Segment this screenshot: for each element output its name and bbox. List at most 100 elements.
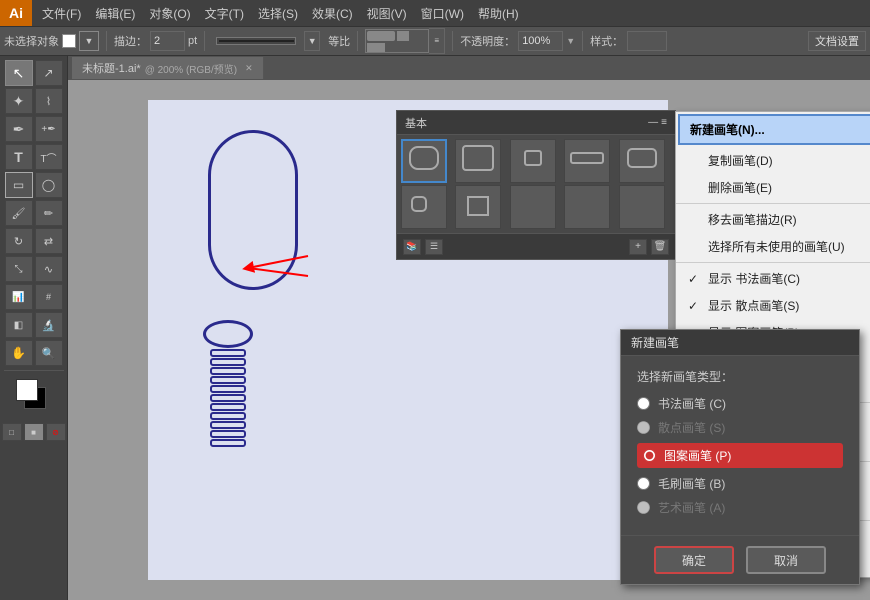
new-brush-btn[interactable]: + [629,239,647,255]
radio-calligraphy-input[interactable] [637,397,650,410]
path-type-tool[interactable]: T⌒ [35,144,63,170]
cal-check: ✓ [688,272,702,286]
delete-brush-btn[interactable]: 🗑 [651,239,669,255]
brush-item-7[interactable] [455,185,501,229]
pencil-tool[interactable]: ✏ [35,200,63,226]
screw-seg-1 [210,349,246,357]
select-tool[interactable]: ↖ [5,60,33,86]
lasso-tool[interactable]: ⌇ [35,88,63,114]
menu-div-2 [676,262,870,263]
menu-view[interactable]: 视图(V) [361,3,413,24]
brush-item-1[interactable] [401,139,447,183]
canvas-area: 未标题-1.ai* @ 200% (RGB/预览) ✕ [68,56,870,600]
panel-header-btns: — ≡ [648,117,667,128]
dialog-confirm-button[interactable]: 确定 [654,546,734,574]
eyedropper-icon: 🔬 [42,319,56,332]
selection-label-section: 未选择对象 ▼ [4,31,99,51]
bar-graph-tool[interactable]: 📊 [5,284,33,310]
opacity-input[interactable] [518,31,563,51]
ellipse-tool[interactable]: ◯ [35,172,63,198]
brush-options-btn[interactable]: ☰ [425,239,443,255]
opacity-dropdown-arrow[interactable]: ▼ [566,36,575,46]
stroke-dropdown-arrow[interactable]: ▼ [304,31,320,51]
brush-item-5[interactable] [619,139,665,183]
menu-bar: 文件(F) 编辑(E) 对象(O) 文字(T) 选择(S) 效果(C) 视图(V… [32,0,870,26]
stroke-line-preview [216,37,296,45]
radio-calligraphy: 书法画笔 (C) [637,395,843,412]
menu-effect[interactable]: 效果(C) [306,3,359,24]
brush-item-6[interactable] [401,185,447,229]
none-mode-icon: ⊘ [52,428,59,437]
brush-item-2[interactable] [455,139,501,183]
panel-minimize-btn[interactable]: — [648,117,658,128]
none-mode-btn[interactable]: ⊘ [46,423,66,441]
menu-file[interactable]: 文件(F) [36,3,87,24]
hand-tool[interactable]: ✋ [5,340,33,366]
reflect-tool[interactable]: ⇄ [35,228,63,254]
mesh-icon: # [46,292,51,302]
menu-remove-stroke[interactable]: 移去画笔描边(R) [676,206,870,233]
paintbrush-tool[interactable]: 🖌 [5,200,33,226]
menu-show-calligraphy[interactable]: ✓显示 书法画笔(C) [676,265,870,292]
zoom-tool[interactable]: 🔍 [35,340,63,366]
gradient-icon: ◧ [14,320,23,331]
eyedropper-tool[interactable]: 🔬 [35,312,63,338]
brush-panel-footer: 📚 ☰ + 🗑 [397,233,675,259]
brush-item-10[interactable] [619,185,665,229]
fill-dropdown[interactable]: ▼ [79,31,99,51]
panel-menu-btn[interactable]: ≡ [661,117,667,128]
radio-pattern-input[interactable] [643,449,656,462]
dialog-footer: 确定 取消 [621,535,859,584]
brush-panel-dropdown-btn[interactable]: ≡ [429,28,445,54]
menu-rem-label: 移去画笔描边(R) [708,211,797,228]
style-input[interactable] [627,31,667,51]
radio-pattern: 图案画笔 (P) [637,443,843,468]
dialog-cancel-button[interactable]: 取消 [746,546,826,574]
mesh-tool[interactable]: # [35,284,63,310]
warp-tool[interactable]: ∿ [35,256,63,282]
brush-preview-box[interactable] [365,29,429,53]
menu-window[interactable]: 窗口(W) [415,3,470,24]
brush-item-8[interactable] [510,185,556,229]
doc-settings-button[interactable]: 文档设置 [808,31,866,51]
stroke-value-input[interactable] [150,31,185,51]
fill-color-swatch[interactable] [62,34,76,48]
normal-mode-btn[interactable]: □ [2,423,22,441]
document-tab[interactable]: 未标题-1.ai* @ 200% (RGB/预览) ✕ [72,57,264,79]
magic-wand-tool[interactable]: ✦ [5,88,33,114]
menu-show-scatter[interactable]: ✓显示 散点画笔(S) [676,292,870,319]
add-anchor-tool[interactable]: +✒ [35,116,63,142]
rect-tool[interactable]: ▭ [5,172,33,198]
pen-tool[interactable]: ✒ [5,116,33,142]
brush-item-9[interactable] [564,185,610,229]
divider-4 [452,31,453,51]
menu-edit[interactable]: 编辑(E) [89,3,141,24]
menu-object[interactable]: 对象(O) [143,3,196,24]
gradient-tool[interactable]: ◧ [5,312,33,338]
rotate-tool[interactable]: ↻ [5,228,33,254]
menu-dup-label: 复制画笔(D) [708,152,773,169]
scale-tool[interactable]: ⤡ [5,256,33,282]
fg-color-box[interactable] [16,379,38,401]
menu-help[interactable]: 帮助(H) [472,3,525,24]
fill-mode-btn[interactable]: ■ [24,423,44,441]
brush-thumb-svg-7 [460,189,496,225]
type-tool[interactable]: T [5,144,33,170]
tool-separator [4,370,64,371]
menu-type[interactable]: 文字(T) [199,3,250,24]
menu-delete[interactable]: 删除画笔(E) [676,174,870,201]
brush-item-3[interactable] [510,139,556,183]
menu-select[interactable]: 选择(S) [252,3,304,24]
brush-lib-btn[interactable]: 📚 [403,239,421,255]
tab-close-icon[interactable]: ✕ [245,63,253,74]
radio-bristle-input[interactable] [637,477,650,490]
direct-select-tool[interactable]: ↗ [35,60,63,86]
menu-select-unused[interactable]: 选择所有未使用的画笔(U) [676,233,870,260]
menu-new-brush[interactable]: 新建画笔(N)... [678,114,870,145]
canvas-content: 基本 — ≡ [68,80,870,600]
dialog-body: 选择新画笔类型： 书法画笔 (C) 散点画笔 (S) 图案画笔 (P) [621,356,859,535]
menu-duplicate[interactable]: 复制画笔(D) [676,147,870,174]
brush-grid [397,135,675,233]
pencil-icon: ✏ [44,207,53,220]
brush-item-4[interactable] [564,139,610,183]
